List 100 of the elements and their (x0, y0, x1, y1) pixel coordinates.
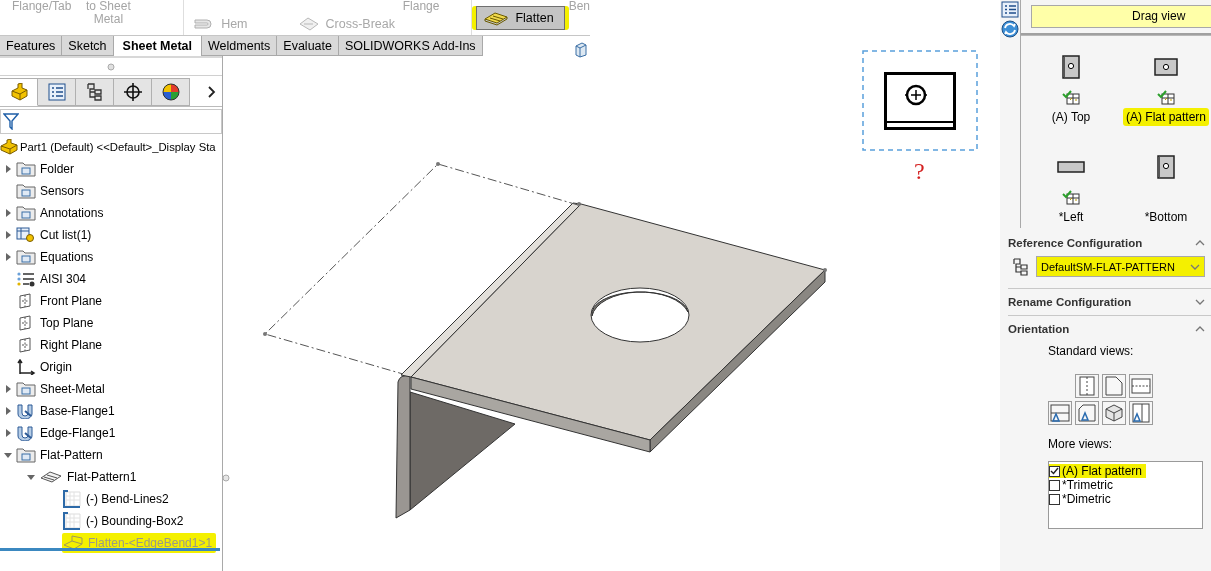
hint-banner: Drag view (1031, 5, 1211, 28)
list-item[interactable]: *Dimetric (1049, 492, 1115, 506)
view-thumbnail-icon[interactable] (1154, 58, 1178, 76)
tree-item[interactable]: Right Plane (16, 335, 107, 355)
tree-item[interactable]: Base-Flange1 (16, 401, 119, 421)
tree-item[interactable]: Sensors (16, 181, 89, 201)
grip-icon[interactable] (107, 62, 115, 71)
tree-item[interactable]: Flat-Pattern (16, 445, 107, 465)
folder-icon (16, 205, 36, 221)
view-orientation-button[interactable] (1048, 401, 1072, 425)
view-preview-icon (884, 72, 956, 130)
ribbon-caption: Flange/Tab (12, 0, 72, 13)
ribbon-button[interactable]: Flatten (476, 5, 565, 30)
checkbox[interactable] (1049, 465, 1060, 477)
tree-item[interactable]: (-) Bounding-Box2 (62, 511, 188, 531)
section-header[interactable]: Orientation (1008, 316, 1211, 342)
question-mark: ? (914, 158, 925, 185)
checkbox[interactable] (1049, 479, 1060, 491)
list-icon (46, 83, 67, 101)
ribbon-tab[interactable]: SOLIDWORKS Add-Ins (339, 36, 483, 56)
view-orientation-button[interactable] (1075, 401, 1099, 425)
view-orientation-button[interactable] (1102, 374, 1126, 398)
command-icon (297, 16, 320, 32)
section-header[interactable]: Reference Configuration (1008, 230, 1211, 256)
configuration-dropdown[interactable]: DefaultSM-FLAT-PATTERN (1036, 256, 1205, 277)
grip-icon[interactable] (222, 473, 232, 483)
view-icon (1131, 376, 1151, 396)
material-icon (16, 271, 36, 287)
ribbon-tab[interactable]: Weldments (202, 36, 278, 56)
view-icon (1104, 376, 1124, 396)
view-orientation-button[interactable] (1129, 374, 1153, 398)
tree-item[interactable]: AISI 304 (16, 269, 91, 289)
ribbon-tab[interactable]: Evaluate (277, 36, 339, 56)
chevron-up-icon[interactable] (1195, 326, 1205, 332)
expand-arrow-icon[interactable] (5, 209, 11, 217)
folder-icon (16, 161, 36, 177)
tree-item[interactable]: Cut list(1) (16, 225, 96, 245)
tree-item[interactable]: (-) Bend-Lines2 (62, 489, 173, 509)
color-wheel-icon (160, 83, 181, 101)
check-table-icon (1062, 90, 1080, 105)
ribbon-caption: to Sheet Metal (85, 0, 132, 26)
list-item[interactable]: *Trimetric (1049, 478, 1117, 492)
ribbon-caption: Ben (568, 0, 590, 13)
section-header[interactable]: Rename Configuration (1008, 289, 1211, 315)
expand-arrow-icon[interactable] (5, 253, 11, 261)
tree-item[interactable]: Top Plane (16, 313, 98, 333)
refresh-icon[interactable] (1001, 20, 1019, 38)
table-icon (16, 227, 36, 243)
tree-item[interactable]: Sheet-Metal (16, 379, 109, 399)
command-icon (483, 9, 510, 26)
check-table-icon (1157, 90, 1175, 105)
view-label: *Left (1057, 209, 1085, 226)
view-label: *Bottom (1143, 209, 1189, 226)
ribbon-tab[interactable]: Sketch (62, 36, 114, 56)
tree-item[interactable]: Annotations (16, 203, 108, 223)
expand-arrow-icon[interactable] (5, 165, 11, 173)
view-thumbnail-icon[interactable] (1057, 161, 1085, 173)
collapse-arrow-icon[interactable] (27, 474, 35, 480)
checkbox[interactable] (1049, 493, 1060, 505)
expand-arrow-icon[interactable] (5, 231, 11, 239)
tree-item[interactable]: Edge-Flange1 (16, 423, 120, 443)
view-icon (1077, 376, 1097, 396)
panel-tab[interactable] (114, 78, 152, 106)
expand-arrow-icon[interactable] (5, 429, 11, 437)
configuration-icon (1012, 257, 1028, 276)
folder-icon (16, 183, 36, 199)
list-icon[interactable] (1001, 1, 1019, 18)
view-icon (1131, 403, 1151, 423)
tree-item[interactable]: Front Plane (16, 291, 107, 311)
tree-item[interactable]: Folder (16, 159, 78, 179)
view-icon (1104, 403, 1124, 423)
filter-icon[interactable] (3, 113, 19, 130)
list-item[interactable]: (A) Flat pattern (1049, 464, 1147, 478)
bent-sheet-icon (62, 535, 84, 551)
check-table-icon (1062, 190, 1080, 205)
chevron-up-icon[interactable] (1195, 240, 1205, 246)
tree-item[interactable]: Origin (16, 357, 76, 377)
chevron-down-icon[interactable] (1195, 299, 1205, 305)
folder-icon (16, 381, 36, 397)
view-orientation-button[interactable] (1075, 374, 1099, 398)
expand-arrow-icon[interactable] (5, 407, 11, 415)
view-orientation-button[interactable] (1129, 401, 1153, 425)
panel-tab[interactable] (152, 78, 190, 106)
view-thumbnail-icon[interactable] (1157, 155, 1175, 179)
chevron-right-icon[interactable] (208, 86, 216, 98)
tree-item[interactable]: Equations (16, 247, 98, 267)
tree-item[interactable]: Part1 (Default) <<Default>_Display Sta (0, 137, 220, 157)
collapse-arrow-icon[interactable] (4, 452, 12, 458)
ribbon-tab[interactable]: Features (0, 36, 63, 56)
part-icon (0, 139, 18, 155)
view-icon (1077, 403, 1097, 423)
tree-item[interactable]: Flat-Pattern1 (39, 467, 141, 487)
view-orientation-button[interactable] (1102, 401, 1126, 425)
folder-icon (16, 447, 36, 463)
expand-arrow-icon[interactable] (5, 385, 11, 393)
cube-icon[interactable] (575, 42, 587, 58)
view-icon (1050, 403, 1070, 423)
view-thumbnail-icon[interactable] (1062, 55, 1080, 79)
tree-icon (84, 83, 105, 101)
part-icon (8, 83, 29, 101)
